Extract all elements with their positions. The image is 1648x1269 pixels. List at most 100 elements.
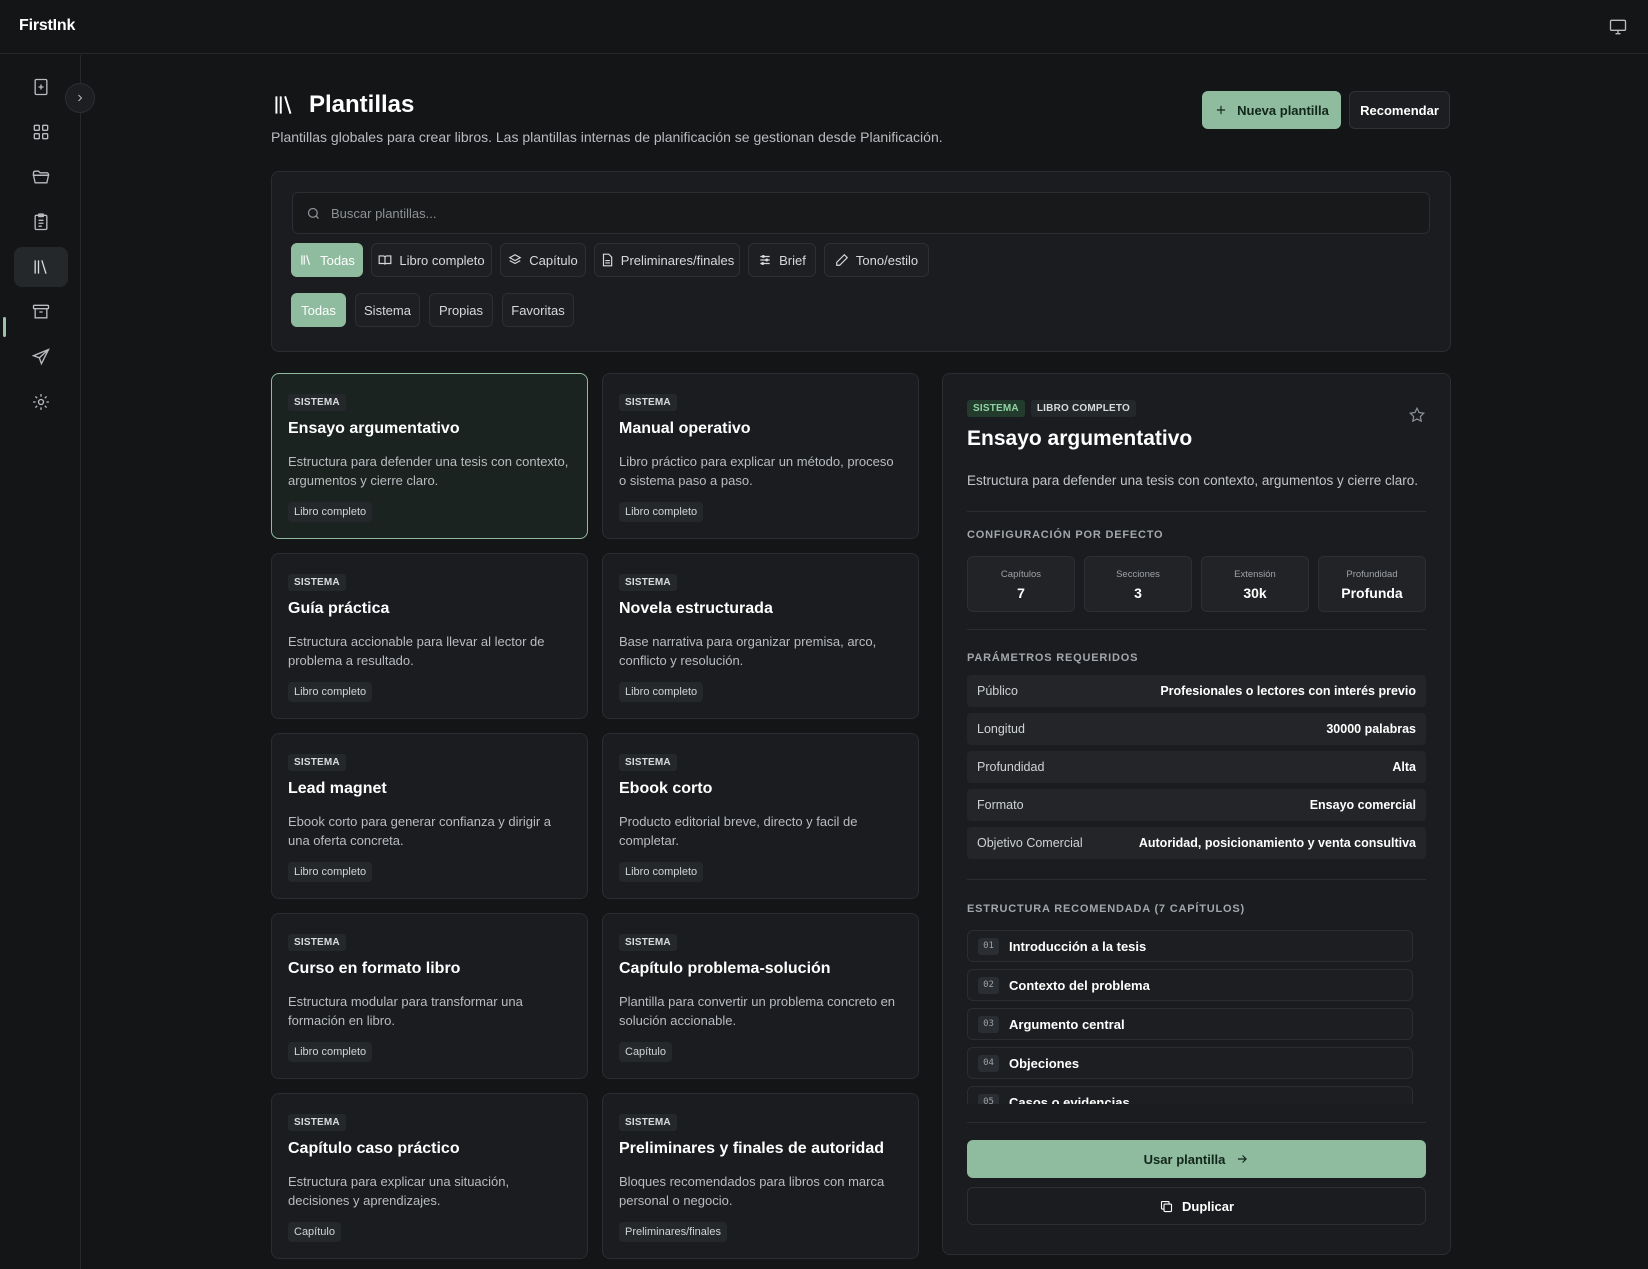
template-card[interactable]: SISTEMA Ebook corto Producto editorial b… <box>602 733 919 899</box>
monitor-icon[interactable] <box>1608 17 1628 37</box>
param-row: Longitud 30000 palabras <box>967 713 1426 745</box>
brand-logo[interactable]: FirstInk <box>19 17 75 35</box>
template-card[interactable]: SISTEMA Lead magnet Ebook corto para gen… <box>271 733 588 899</box>
chip-label: Brief <box>779 252 806 268</box>
template-description: Base narrativa para organizar premisa, a… <box>619 634 877 668</box>
source-filter-own[interactable]: Propias <box>429 293 493 327</box>
template-type-tag: Libro completo <box>619 502 704 522</box>
sidebar-item-planning[interactable] <box>14 202 68 242</box>
page-subtitle: Plantillas globales para crear libros. L… <box>271 129 943 145</box>
settings-icon <box>33 394 49 410</box>
new-template-label: Nueva plantilla <box>1237 102 1329 118</box>
type-filter-front-back-matter[interactable]: Preliminares/finales <box>594 243 740 277</box>
template-detail-panel: SISTEMA LIBRO COMPLETO Ensayo argumentat… <box>942 373 1451 1255</box>
recommend-button[interactable]: Recomendar <box>1349 91 1450 129</box>
chapter-item[interactable]: 02 Contexto del problema <box>967 969 1413 1001</box>
folder-icon <box>32 170 50 184</box>
template-card[interactable]: SISTEMA Novela estructurada Base narrati… <box>602 553 919 719</box>
sidebar-collapse-button[interactable] <box>65 83 95 113</box>
chapter-item[interactable]: 01 Introducción a la tesis <box>967 930 1413 962</box>
source-badge: SISTEMA <box>619 934 677 951</box>
duplicate-button[interactable]: Duplicar <box>967 1187 1426 1225</box>
chapter-title: Contexto del problema <box>1009 977 1150 993</box>
sidebar-item-dashboard[interactable] <box>14 112 68 152</box>
top-bar: FirstInk <box>0 0 1648 54</box>
structure-list[interactable]: 01 Introducción a la tesis 02 Contexto d… <box>967 930 1413 1104</box>
use-template-button[interactable]: Usar plantilla <box>967 1140 1426 1178</box>
detail-title: Ensayo argumentativo <box>967 427 1193 450</box>
param-value: Alta <box>1392 760 1416 774</box>
type-badge: LIBRO COMPLETO <box>1030 400 1137 417</box>
search-box[interactable] <box>292 192 1430 234</box>
source-badge: SISTEMA <box>288 1114 346 1131</box>
param-key: Profundidad <box>977 760 1045 774</box>
source-badge: SISTEMA <box>288 574 346 591</box>
template-description: Estructura accionable para llevar al lec… <box>288 634 545 668</box>
template-card[interactable]: SISTEMA Capítulo caso práctico Estructur… <box>271 1093 588 1259</box>
template-card[interactable]: SISTEMA Manual operativo Libro práctico … <box>602 373 919 539</box>
sidebar-item-archive[interactable] <box>14 292 68 332</box>
template-type-tag: Libro completo <box>288 1042 373 1062</box>
template-description: Libro práctico para explicar un método, … <box>619 454 894 488</box>
stat-depth: Profundidad Profunda <box>1318 556 1426 612</box>
template-card[interactable]: SISTEMA Preliminares y finales de autori… <box>602 1093 919 1259</box>
source-badge: SISTEMA <box>619 754 677 771</box>
source-badge: SISTEMA <box>288 934 346 951</box>
star-icon[interactable] <box>1408 406 1426 424</box>
stat-label: Extensión <box>1234 569 1276 580</box>
param-key: Longitud <box>977 722 1025 736</box>
divider <box>967 879 1426 880</box>
detail-badges: SISTEMA LIBRO COMPLETO <box>967 400 1137 417</box>
template-card[interactable]: SISTEMA Curso en formato libro Estructur… <box>271 913 588 1079</box>
search-input[interactable] <box>331 205 1331 221</box>
new-template-button[interactable]: Nueva plantilla <box>1202 91 1341 129</box>
chip-label: Capítulo <box>529 252 578 268</box>
chapter-item[interactable]: 03 Argumento central <box>967 1008 1413 1040</box>
chapter-title: Introducción a la tesis <box>1009 938 1147 954</box>
template-type-tag: Libro completo <box>288 862 373 882</box>
dashboard-icon <box>33 124 49 140</box>
param-row: Objetivo Comercial Autoridad, posicionam… <box>967 827 1426 859</box>
template-card[interactable]: SISTEMA Capítulo problema-solución Plant… <box>602 913 919 1079</box>
library-icon <box>275 96 292 114</box>
template-type-tag: Libro completo <box>288 682 373 702</box>
template-title: Capítulo problema-solución <box>619 960 831 977</box>
send-icon <box>31 348 50 366</box>
chapter-item[interactable]: 04 Objeciones <box>967 1047 1413 1079</box>
type-filter-chapter[interactable]: Capítulo <box>500 243 586 277</box>
template-description: Plantilla para convertir un problema con… <box>619 994 896 1028</box>
template-type-tag: Preliminares/finales <box>619 1222 727 1242</box>
sidebar-item-settings[interactable] <box>14 382 68 422</box>
layers-icon <box>508 254 522 265</box>
chapter-item[interactable]: 05 Casos o evidencias <box>967 1086 1413 1104</box>
template-title: Preliminares y finales de autoridad <box>619 1140 884 1157</box>
template-title: Ensayo argumentativo <box>288 420 460 437</box>
type-filter-tone-style[interactable]: Tono/estilo <box>824 243 929 277</box>
stat-label: Secciones <box>1116 569 1160 580</box>
source-filter-favorites[interactable]: Favoritas <box>502 293 574 327</box>
sidebar-item-templates[interactable] <box>14 247 68 287</box>
sidebar-item-projects[interactable] <box>14 157 68 197</box>
template-card[interactable]: SISTEMA Guía práctica Estructura acciona… <box>271 553 588 719</box>
duplicate-label: Duplicar <box>1181 1198 1234 1214</box>
source-badge: SISTEMA <box>967 400 1025 417</box>
sidebar-item-publish[interactable] <box>14 337 68 377</box>
stat-label: Profundidad <box>1346 569 1398 580</box>
template-title: Guía práctica <box>288 600 390 617</box>
type-filter-all[interactable]: Todas <box>291 243 363 277</box>
chapter-number: 04 <box>978 1054 999 1072</box>
source-filter-system[interactable]: Sistema <box>355 293 420 327</box>
stat-value: 30k <box>1243 585 1267 601</box>
template-type-tag: Capítulo <box>288 1222 341 1242</box>
param-value: Ensayo comercial <box>1309 798 1416 812</box>
page-title: Plantillas <box>309 91 415 118</box>
detail-description: Estructura para defender una tesis con c… <box>967 473 1418 488</box>
type-filter-full-book[interactable]: Libro completo <box>371 243 492 277</box>
type-filter-brief[interactable]: Brief <box>748 243 816 277</box>
chapter-title: Casos o evidencias <box>1009 1094 1130 1105</box>
template-card[interactable]: SISTEMA Ensayo argumentativo Estructura … <box>271 373 588 539</box>
sidebar-item-new-document[interactable] <box>14 67 68 107</box>
library-icon <box>301 255 311 265</box>
source-filter-all[interactable]: Todas <box>291 293 346 327</box>
template-title: Manual operativo <box>619 420 751 437</box>
